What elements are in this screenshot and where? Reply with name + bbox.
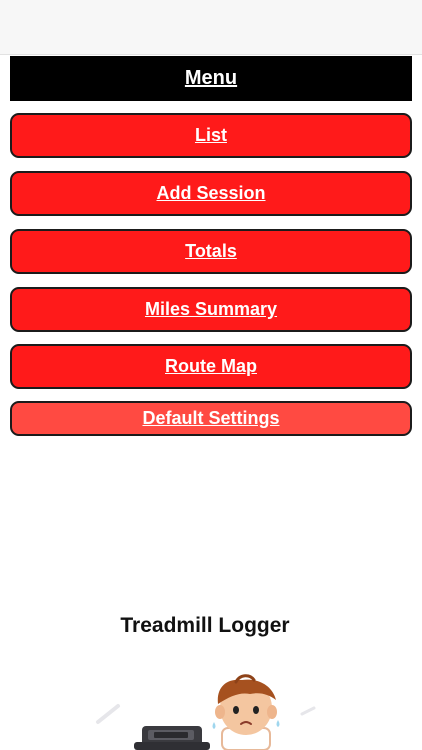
menu-header: Menu (10, 56, 412, 101)
boy-on-treadmill-icon (96, 674, 316, 750)
list-button-label: List (194, 125, 227, 145)
totals-button[interactable]: Totals (10, 229, 412, 274)
add-session-button-label: Add Session (156, 183, 266, 203)
route-map-button-label: Route Map (165, 356, 257, 376)
add-session-button[interactable]: Add Session (10, 171, 412, 216)
miles-summary-button-label: Miles Summary (144, 299, 278, 319)
route-map-button[interactable]: Route Map (10, 344, 412, 389)
default-settings-button[interactable]: Default Settings (10, 401, 412, 436)
status-bar (0, 0, 422, 55)
totals-button-label: Totals (185, 241, 237, 261)
miles-summary-button[interactable]: Miles Summary (10, 287, 412, 332)
menu-title: Menu (184, 67, 238, 89)
default-settings-button-label: Default Settings (142, 408, 280, 428)
list-button[interactable]: List (10, 113, 412, 158)
app-title: Treadmill Logger (120, 614, 290, 637)
